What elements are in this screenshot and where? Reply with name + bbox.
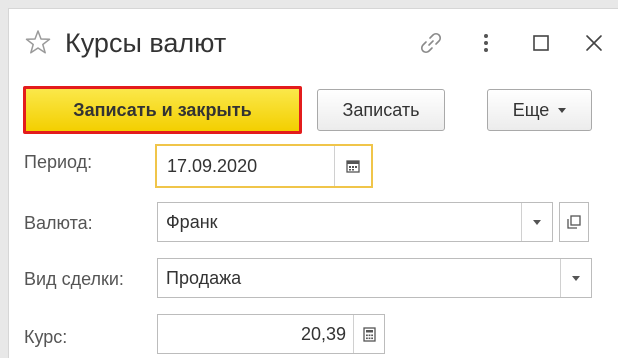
window-title: Курсы валют (65, 28, 227, 58)
more-actions-button[interactable]: Еще (487, 89, 592, 131)
period-field[interactable]: 17.09.2020 (155, 144, 373, 188)
currency-field[interactable]: Франк (157, 202, 553, 242)
currency-value: Франк (166, 211, 218, 232)
close-icon[interactable] (582, 31, 606, 55)
period-value: 17.09.2020 (167, 155, 258, 176)
rate-label: Курс: (24, 327, 68, 347)
rate-value: 20,39 (300, 323, 346, 344)
open-icon (567, 215, 581, 229)
calculator-icon (362, 326, 376, 342)
chevron-down-icon (558, 107, 567, 113)
title-bar: Курсы валют (9, 9, 618, 73)
deal-type-label: Вид сделки: (24, 269, 124, 289)
deal-type-value: Продажа (166, 267, 242, 288)
currency-rates-window: Курсы валют Записать и закрыть Записать … (8, 8, 618, 358)
period-label: Период: (24, 152, 93, 172)
calculator-button[interactable] (353, 315, 384, 353)
chevron-down-icon (572, 275, 580, 281)
link-icon[interactable] (419, 31, 443, 55)
deal-type-dropdown-button[interactable] (560, 259, 591, 297)
more-label: Еще (512, 99, 550, 120)
rate-field[interactable]: 20,39 (157, 314, 385, 354)
open-currency-button[interactable] (559, 202, 589, 242)
currency-dropdown-button[interactable] (521, 203, 552, 241)
chevron-down-icon (533, 219, 541, 225)
save-label: Записать (342, 99, 420, 120)
star-icon[interactable] (25, 29, 51, 55)
save-and-close-label: Записать и закрыть (73, 99, 252, 120)
save-button[interactable]: Записать (317, 89, 445, 131)
save-and-close-button[interactable]: Записать и закрыть (23, 86, 302, 134)
currency-label: Валюта: (24, 213, 93, 233)
deal-type-field[interactable]: Продажа (157, 258, 592, 298)
calendar-button[interactable] (334, 146, 371, 186)
calendar-icon (346, 160, 360, 173)
more-vertical-icon[interactable] (474, 31, 498, 55)
maximize-icon[interactable] (529, 31, 553, 55)
